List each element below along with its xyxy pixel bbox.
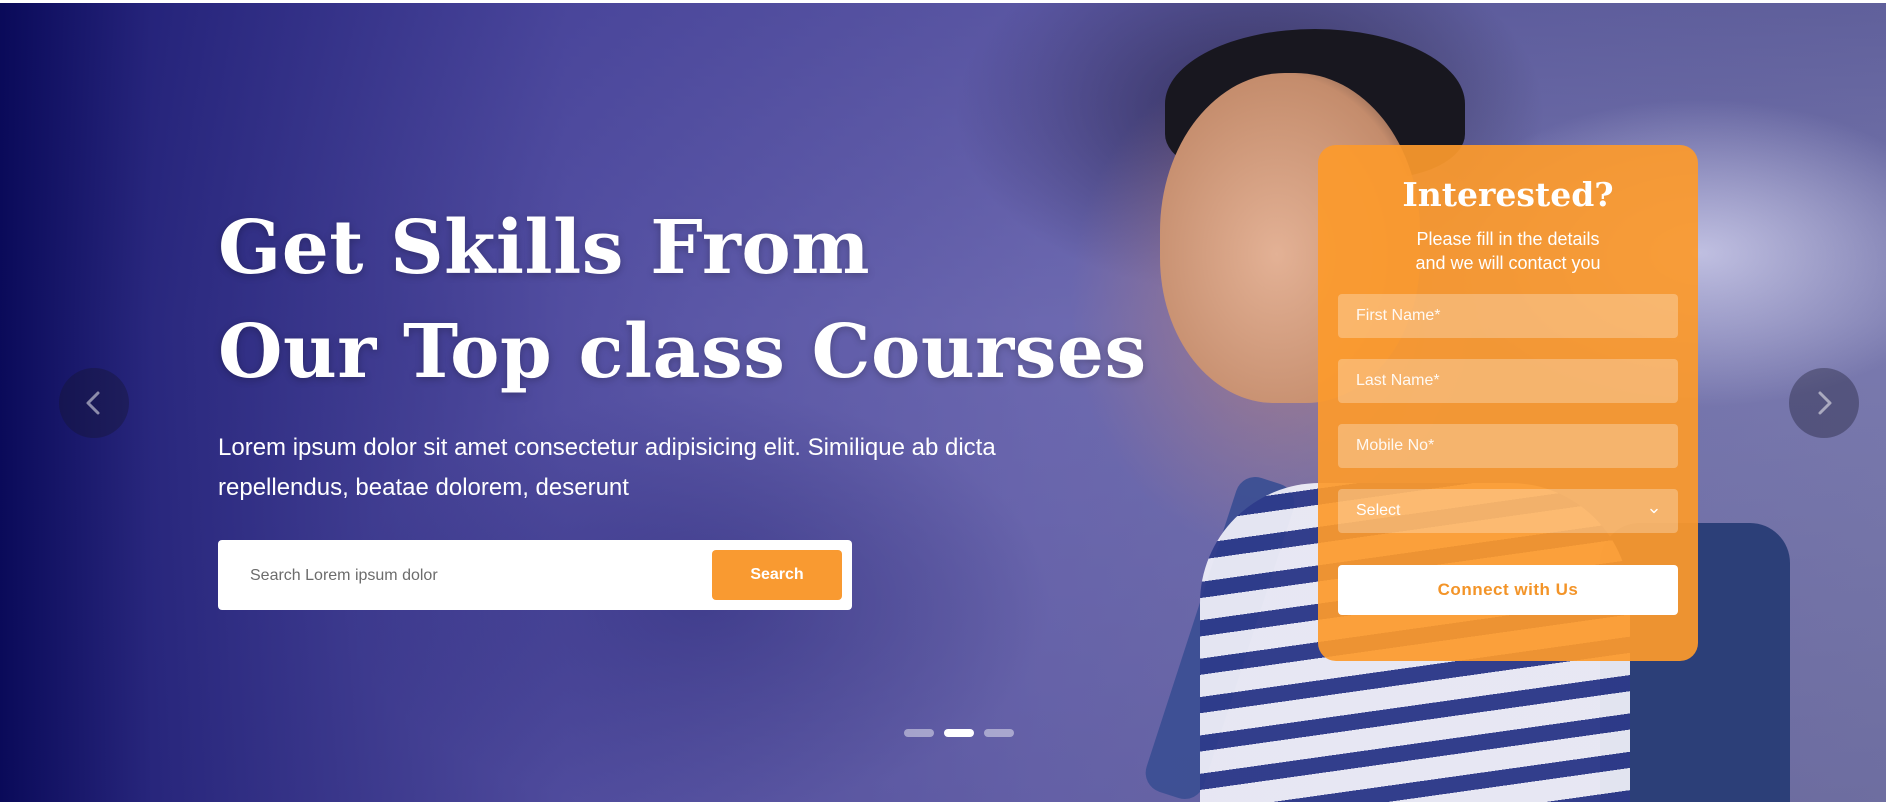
search-button[interactable]: Search bbox=[712, 550, 842, 600]
carousel-dot-3[interactable] bbox=[984, 729, 1014, 737]
carousel-dot-1[interactable] bbox=[904, 729, 934, 737]
mobile-number-field[interactable] bbox=[1338, 424, 1678, 468]
last-name-field[interactable] bbox=[1338, 359, 1678, 403]
select-value: Select bbox=[1356, 502, 1401, 519]
carousel-indicators bbox=[904, 729, 1014, 737]
form-subtitle: Please fill in the details and we will c… bbox=[1318, 227, 1698, 275]
headline-line-2: Our Top class Courses bbox=[218, 309, 1147, 395]
contact-form-card: Interested? Please fill in the details a… bbox=[1318, 145, 1698, 661]
chevron-left-icon bbox=[86, 391, 100, 415]
carousel-prev-button[interactable] bbox=[59, 368, 129, 438]
form-title: Interested? bbox=[1402, 175, 1614, 214]
course-select[interactable]: Select bbox=[1338, 489, 1678, 533]
headline-line-1: Get Skills From bbox=[218, 205, 871, 291]
search-bar: Search bbox=[218, 540, 852, 610]
first-name-field[interactable] bbox=[1338, 294, 1678, 338]
hero-lead-text: Lorem ipsum dolor sit amet consectetur a… bbox=[218, 434, 996, 501]
chevron-down-icon bbox=[1650, 508, 1658, 514]
form-subtitle-line-2: and we will contact you bbox=[1415, 253, 1601, 273]
search-input[interactable] bbox=[248, 556, 602, 596]
form-subtitle-line-1: Please fill in the details bbox=[1416, 229, 1600, 249]
carousel-dot-2[interactable] bbox=[944, 729, 974, 737]
connect-button[interactable]: Connect with Us bbox=[1338, 565, 1678, 615]
chevron-right-icon bbox=[1818, 391, 1832, 415]
hero-headline: Get Skills From Our Top class Courses bbox=[218, 196, 1147, 404]
carousel-next-button[interactable] bbox=[1789, 368, 1859, 438]
